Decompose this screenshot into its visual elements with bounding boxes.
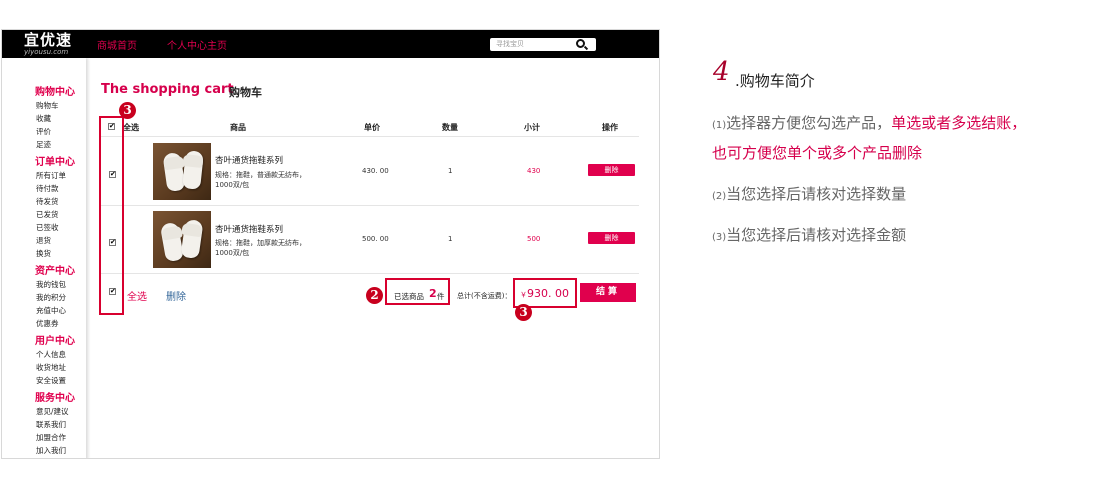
intro-line-3-text: 当您选择后请核对选择数量 bbox=[726, 185, 907, 203]
product-name[interactable]: 杏叶通货拖鞋系列 bbox=[215, 154, 283, 166]
intro-line-1: (1)选择器方便您勾选产品，单选或者多选结账， bbox=[712, 112, 1026, 133]
search-box[interactable]: 寻找宝贝 bbox=[490, 38, 596, 51]
sidebar-group-orders: 订单中心 bbox=[35, 157, 75, 168]
product-image[interactable] bbox=[153, 211, 211, 268]
delete-button[interactable]: 删除 bbox=[588, 164, 635, 176]
annotation-marker-3: 3 bbox=[119, 102, 136, 119]
product-name[interactable]: 杏叶通货拖鞋系列 bbox=[215, 223, 283, 235]
checkout-button[interactable]: 结算 bbox=[580, 283, 636, 302]
intro-line-4-text: 当您选择后请核对选择金额 bbox=[726, 226, 907, 244]
intro-line-3: (2)当您选择后请核对选择数量 bbox=[712, 183, 906, 204]
cart-title-cn: 购物车 bbox=[229, 86, 262, 99]
quantity[interactable]: 1 bbox=[448, 167, 452, 175]
footer-delete-link[interactable]: 删除 bbox=[166, 288, 186, 303]
annotation-marker-3b: 3 bbox=[515, 304, 532, 321]
sidebar-item-exchanges[interactable]: 换货 bbox=[36, 248, 51, 259]
sidebar-item-contact[interactable]: 联系我们 bbox=[36, 419, 66, 430]
sidebar-item-address[interactable]: 收货地址 bbox=[36, 362, 66, 373]
sidebar-group-assets: 资产中心 bbox=[35, 266, 75, 277]
col-action: 操作 bbox=[602, 123, 618, 132]
search-input[interactable]: 寻找宝贝 bbox=[496, 39, 524, 49]
sidebar-item-join-us[interactable]: 加入我们 bbox=[36, 445, 66, 456]
quantity[interactable]: 1 bbox=[448, 235, 452, 243]
intro-title: .购物车简介 bbox=[735, 72, 815, 90]
annotation-box-selected-count bbox=[385, 278, 450, 305]
unit-price: 430. 00 bbox=[362, 167, 389, 175]
intro-line-4: (3)当您选择后请核对选择金额 bbox=[712, 224, 906, 245]
sidebar-group-user: 用户中心 bbox=[35, 336, 75, 347]
annotation-box-checkboxes bbox=[99, 116, 124, 315]
sidebar-item-pending-payment[interactable]: 待付款 bbox=[36, 183, 59, 194]
col-qty: 数量 bbox=[442, 123, 458, 132]
col-price: 单价 bbox=[364, 123, 380, 132]
row-divider bbox=[99, 205, 639, 206]
sidebar-item-received[interactable]: 已签收 bbox=[36, 222, 59, 233]
header-divider bbox=[99, 136, 639, 137]
intro-line-1-text: 选择器方便您勾选产品， bbox=[726, 114, 892, 132]
col-product: 商品 bbox=[230, 123, 246, 132]
intro-line-1-prefix: (1) bbox=[712, 120, 727, 131]
delete-button[interactable]: 删除 bbox=[588, 232, 635, 244]
sidebar-item-cart[interactable]: 购物车 bbox=[36, 100, 59, 111]
sidebar-item-history[interactable]: 足迹 bbox=[36, 139, 51, 150]
unit-price: 500. 00 bbox=[362, 235, 389, 243]
product-image[interactable] bbox=[153, 143, 211, 200]
top-navbar: 宜优速 yiyousu.com 商城首页 个人中心主页 寻找宝贝 bbox=[2, 30, 659, 58]
product-spec: 规格：拖鞋，加厚款无纺布，1000双/包 bbox=[215, 239, 306, 257]
annotation-marker-2: 2 bbox=[366, 287, 383, 304]
sidebar-item-partnership[interactable]: 加盟合作 bbox=[36, 432, 66, 443]
sidebar-item-coupons[interactable]: 优惠券 bbox=[36, 318, 59, 329]
cart-title-en: The shopping cart bbox=[101, 82, 234, 97]
product-spec: 规格：拖鞋，普通款无纺布，1000双/包 bbox=[215, 171, 306, 189]
search-icon[interactable] bbox=[576, 39, 585, 48]
intro-line-1-highlight: 单选或者多选结账， bbox=[891, 114, 1027, 132]
total-label: 总计(不含运费)： bbox=[457, 292, 512, 300]
logo-subtext: yiyousu.com bbox=[24, 48, 69, 56]
sidebar-item-shipped[interactable]: 已发货 bbox=[36, 209, 59, 220]
sidebar: 购物中心 购物车 收藏 评价 足迹 订单中心 所有订单 待付款 待发货 已发货 … bbox=[2, 58, 86, 458]
sidebar-item-favorites[interactable]: 收藏 bbox=[36, 113, 51, 124]
row-divider bbox=[99, 273, 639, 274]
sidebar-item-all-orders[interactable]: 所有订单 bbox=[36, 170, 66, 181]
intro-line-4-prefix: (3) bbox=[712, 232, 727, 243]
nav-user-center-link[interactable]: 个人中心主页 bbox=[167, 37, 227, 52]
footer-select-all-link[interactable]: 全选 bbox=[127, 288, 147, 303]
sidebar-item-recharge[interactable]: 充值中心 bbox=[36, 305, 66, 316]
sidebar-item-reviews[interactable]: 评价 bbox=[36, 126, 51, 137]
logo-text: 宜优速 bbox=[24, 31, 73, 49]
col-select-all[interactable]: 全选 bbox=[123, 122, 139, 133]
sidebar-item-profile[interactable]: 个人信息 bbox=[36, 349, 66, 360]
screenshot-frame: 宜优速 yiyousu.com 商城首页 个人中心主页 寻找宝贝 购物中心 购物… bbox=[1, 29, 660, 459]
intro-line-3-prefix: (2) bbox=[712, 191, 727, 202]
sidebar-item-wallet[interactable]: 我的钱包 bbox=[36, 279, 66, 290]
subtotal: 500 bbox=[527, 235, 541, 243]
sidebar-item-security[interactable]: 安全设置 bbox=[36, 375, 66, 386]
nav-home-link[interactable]: 商城首页 bbox=[97, 37, 137, 52]
sidebar-group-service: 服务中心 bbox=[35, 393, 75, 404]
col-subtotal: 小计 bbox=[524, 123, 540, 132]
sidebar-item-returns[interactable]: 退货 bbox=[36, 235, 51, 246]
intro-line-2-highlight: 也可方便您单个或多个产品删除 bbox=[712, 144, 923, 162]
subtotal: 430 bbox=[527, 167, 541, 175]
intro-number: 4 bbox=[713, 57, 730, 87]
sidebar-item-feedback[interactable]: 意见/建议 bbox=[36, 406, 69, 417]
intro-line-2: 也可方便您单个或多个产品删除 bbox=[712, 142, 922, 163]
site-logo[interactable]: 宜优速 yiyousu.com bbox=[24, 32, 72, 56]
sidebar-item-pending-shipment[interactable]: 待发货 bbox=[36, 196, 59, 207]
sidebar-item-points[interactable]: 我的积分 bbox=[36, 292, 66, 303]
sidebar-group-shopping: 购物中心 bbox=[35, 87, 75, 98]
